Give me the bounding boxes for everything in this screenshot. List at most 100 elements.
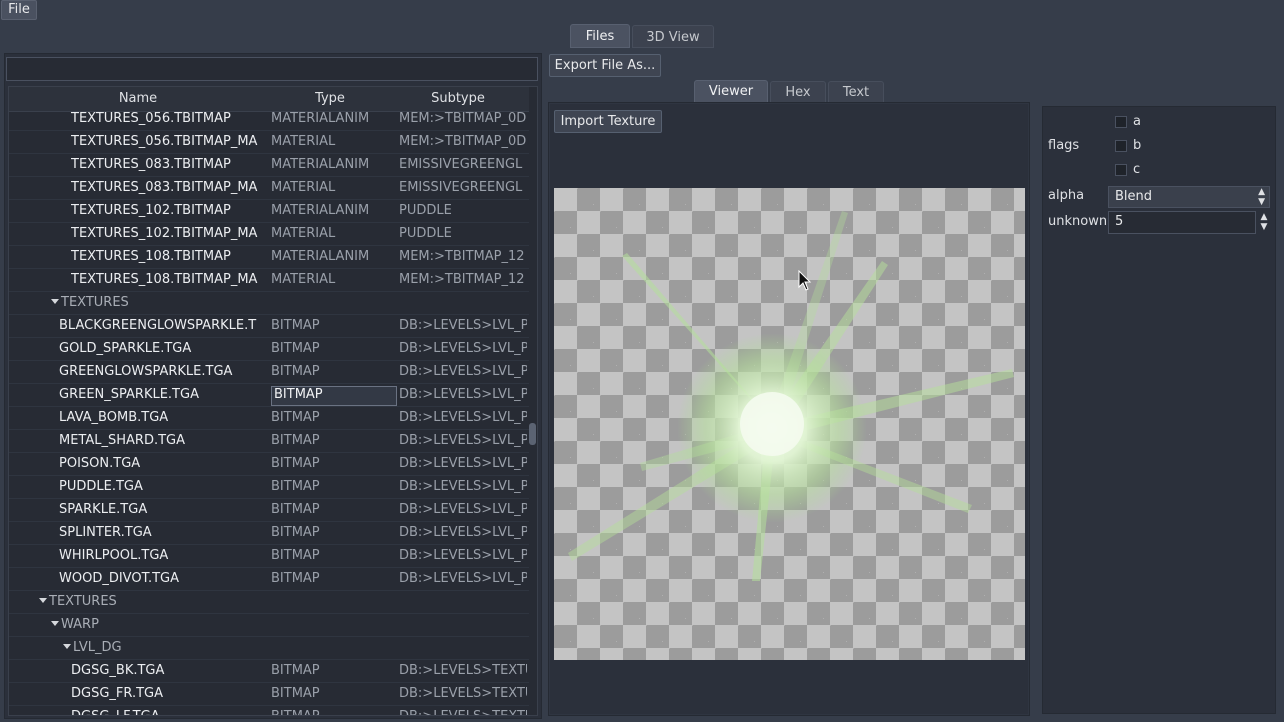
- expand-arrow-icon[interactable]: [39, 598, 47, 603]
- type-edit-field[interactable]: BITMAP: [271, 386, 397, 406]
- tree-subtype-cell: [399, 591, 527, 613]
- tree-row[interactable]: GOLD_SPARKLE.TGA BITMAP DB:>LEVELS>LVL_P: [9, 338, 529, 361]
- texture-preview[interactable]: [554, 188, 1025, 660]
- tree-row[interactable]: SPLINTER.TGA BITMAP DB:>LEVELS>LVL_P: [9, 522, 529, 545]
- tree-row[interactable]: TEXTURES_083.TBITMAP_MA MATERIAL EMISSIVEG…: [9, 177, 529, 200]
- tree-row[interactable]: PUDDLE.TGA BITMAP DB:>LEVELS>LVL_P: [9, 476, 529, 499]
- tree-row[interactable]: GREEN_SPARKLE.TGA BITMAP DB:>LEVELS>LVL_P: [9, 384, 529, 407]
- tree-name-text: BLACKGREENGLOWSPARKLE.T: [59, 318, 257, 333]
- tree-name-cell: GREEN_SPARKLE.TGA: [59, 384, 265, 406]
- file-menu[interactable]: File: [1, 0, 37, 20]
- tree-name-text: GOLD_SPARKLE.TGA: [59, 341, 192, 356]
- tree-folder-row[interactable]: WARP: [9, 614, 529, 637]
- tree-folder-row[interactable]: TEXTURES: [9, 292, 529, 315]
- tree-subtype-cell: DB:>LEVELS>LVL_P: [399, 410, 527, 425]
- tree-name-cell: TEXTURES_108.TBITMAP_MA: [71, 269, 265, 291]
- tab-hex[interactable]: Hex: [770, 81, 826, 103]
- tree-row[interactable]: DGSG_FR.TGA BITMAP DB:>LEVELS>TEXTU: [9, 683, 529, 706]
- tree-type-cell: BITMAP: [271, 364, 320, 379]
- tree-name-cell: POISON.TGA: [59, 453, 265, 475]
- tree-subtype-cell: [399, 614, 527, 636]
- tree-name-cell: TEXTURES_108.TBITMAP: [71, 246, 265, 268]
- tree-row[interactable]: TEXTURES_102.TBITMAP_MA MATERIAL PUDDLE: [9, 223, 529, 246]
- spin-arrows-icon[interactable]: ▲ ▼: [1258, 212, 1270, 234]
- tree-row[interactable]: WOOD_DIVOT.TGA BITMAP DB:>LEVELS>LVL_P: [9, 568, 529, 591]
- tree-name-text: TEXTURES_056.TBITMAP: [71, 111, 231, 126]
- tree-header: Name Type Subtype: [9, 87, 529, 112]
- tree-row[interactable]: TEXTURES_108.TBITMAP_MA MATERIAL MEM:>TBIT…: [9, 269, 529, 292]
- tree-subtype-cell: DB:>LEVELS>TEXTU: [399, 706, 527, 715]
- select-arrows-icon: ▲ ▼: [1258, 187, 1265, 207]
- export-file-button[interactable]: Export File As...: [549, 54, 661, 77]
- tree-name-text: TEXTURES_108.TBITMAP_MA: [71, 272, 258, 287]
- tree-row[interactable]: TEXTURES_102.TBITMAP MATERIALANIM PUDDLE: [9, 200, 529, 223]
- tree-row[interactable]: GREENGLOWSPARKLE.TGA BITMAP DB:>LEVELS>LVL…: [9, 361, 529, 384]
- tree-name-cell: SPARKLE.TGA: [59, 499, 265, 521]
- tree-row[interactable]: POISON.TGA BITMAP DB:>LEVELS>LVL_P: [9, 453, 529, 476]
- tree-subtype-cell: DB:>LEVELS>LVL_P: [399, 364, 527, 379]
- mouse-cursor-icon: [798, 270, 812, 291]
- tree-name-cell: BLACKGREENGLOWSPARKLE.T: [59, 315, 265, 337]
- tree-row[interactable]: SPARKLE.TGA BITMAP DB:>LEVELS>LVL_P: [9, 499, 529, 522]
- flag-a-checkbox[interactable]: [1115, 116, 1127, 128]
- tree-subtype-cell: [399, 637, 527, 659]
- tree-row[interactable]: METAL_SHARD.TGA BITMAP DB:>LEVELS>LVL_P: [9, 430, 529, 453]
- alpha-select[interactable]: Blend ▲ ▼: [1108, 186, 1270, 208]
- tree-subtype-cell: EMISSIVEGREENGL: [399, 157, 523, 172]
- tree-row[interactable]: TEXTURES_083.TBITMAP MATERIALANIM EMISSIVE…: [9, 154, 529, 177]
- flag-c-label: c: [1133, 162, 1141, 177]
- column-header-type[interactable]: Type: [271, 87, 389, 111]
- tree-folder-row[interactable]: TEXTURES: [9, 591, 529, 614]
- tree-type-cell: BITMAP: [271, 433, 320, 448]
- tree-type-cell: BITMAP: [271, 479, 320, 494]
- tree-name-cell: WARP: [51, 614, 269, 636]
- tree-name-text: SPLINTER.TGA: [59, 525, 152, 540]
- tree-row[interactable]: WHIRLPOOL.TGA BITMAP DB:>LEVELS>LVL_P: [9, 545, 529, 568]
- tree-row[interactable]: DGSG_BK.TGA BITMAP DB:>LEVELS>TEXTU: [9, 660, 529, 683]
- tree-subtype-cell: DB:>LEVELS>LVL_P: [399, 479, 527, 494]
- tree-row[interactable]: TEXTURES_108.TBITMAP MATERIALANIM MEM:>TBI…: [9, 246, 529, 269]
- unknown-spinbox[interactable]: 5: [1108, 211, 1256, 234]
- tree-name-text: SPARKLE.TGA: [59, 502, 148, 517]
- tree-type-cell: BITMAP: [271, 686, 320, 701]
- tree-subtype-cell: DB:>LEVELS>LVL_P: [399, 433, 527, 448]
- tab-viewer[interactable]: Viewer: [694, 80, 768, 103]
- tree-row[interactable]: TEXTURES_056.TBITMAP_MA MATERIAL MEM:>TBIT…: [9, 131, 529, 154]
- tree-name-cell: WOOD_DIVOT.TGA: [59, 568, 265, 590]
- tree-subtype-cell: DB:>LEVELS>LVL_P: [399, 502, 527, 517]
- flag-b-label: b: [1133, 138, 1142, 153]
- tree-rows: TEXTURES_052.TBITMAP_MAMATERIALMEM:>TBIT…: [9, 87, 529, 715]
- expand-arrow-icon[interactable]: [51, 299, 59, 304]
- tree-row[interactable]: LAVA_BOMB.TGA BITMAP DB:>LEVELS>LVL_P: [9, 407, 529, 430]
- tree-type-cell: [271, 614, 393, 636]
- tab-3d-view[interactable]: 3D View: [632, 25, 714, 48]
- tab-text[interactable]: Text: [828, 81, 884, 103]
- column-header-subtype[interactable]: Subtype: [399, 87, 517, 111]
- tree-type-cell: [271, 292, 393, 314]
- tree-row[interactable]: BLACKGREENGLOWSPARKLE.T BITMAP DB:>LEVELS>…: [9, 315, 529, 338]
- tree-name-cell: WHIRLPOOL.TGA: [59, 545, 265, 567]
- tree-folder-row[interactable]: LVL_DG: [9, 637, 529, 660]
- tab-files[interactable]: Files: [570, 24, 630, 48]
- tree-name-text: TEXTURES_102.TBITMAP_MA: [71, 226, 258, 241]
- flag-b-checkbox[interactable]: [1115, 140, 1127, 152]
- scrollbar-thumb[interactable]: [529, 423, 536, 445]
- tree-name-text: TEXTURES_056.TBITMAP_MA: [71, 134, 258, 149]
- filter-input[interactable]: [6, 57, 538, 81]
- unknown-label: unknown: [1048, 214, 1108, 229]
- expand-arrow-icon[interactable]: [51, 621, 59, 626]
- alpha-label: alpha: [1048, 188, 1085, 203]
- tree-type-cell: MATERIAL: [271, 226, 336, 241]
- flag-c-checkbox[interactable]: [1115, 164, 1127, 176]
- tree-scrollbar[interactable]: [526, 86, 538, 716]
- tree-name-text: LVL_DG: [73, 640, 122, 655]
- import-texture-button[interactable]: Import Texture: [554, 110, 662, 133]
- tree-name-text: TEXTURES_102.TBITMAP: [71, 203, 231, 218]
- column-header-name[interactable]: Name: [29, 87, 247, 111]
- tree-name-text: TEXTURES_108.TBITMAP: [71, 249, 231, 264]
- tree-type-cell: MATERIAL: [271, 134, 336, 149]
- tree-row[interactable]: DGSG_LF.TGA BITMAP DB:>LEVELS>TEXTU: [9, 706, 529, 715]
- expand-arrow-icon[interactable]: [63, 644, 71, 649]
- tree-name-cell: GREENGLOWSPARKLE.TGA: [59, 361, 265, 383]
- tree-type-cell: MATERIALANIM: [271, 249, 370, 264]
